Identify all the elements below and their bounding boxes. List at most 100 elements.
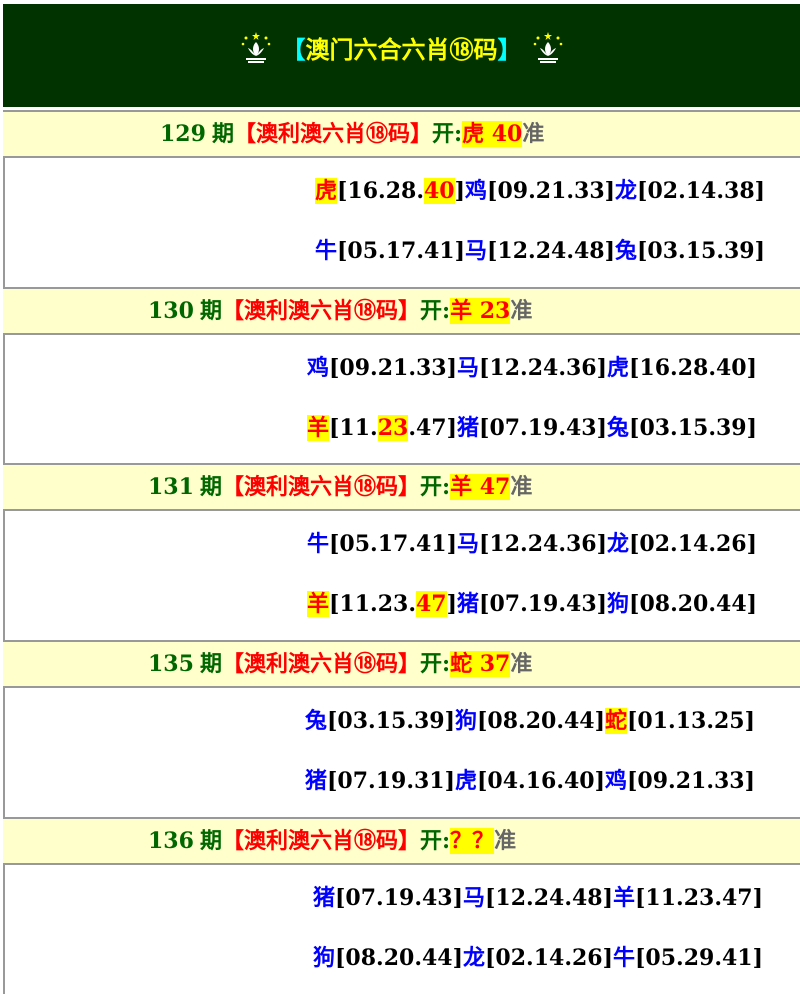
prediction-line: 羊[11.23.47]猪[07.19.43]兔[03.15.39]: [307, 413, 757, 443]
zodiac-name: 羊: [307, 415, 330, 441]
accurate-label: 准: [510, 474, 533, 500]
prediction-line: 猪[07.19.31]虎[04.16.40]鸡[09.21.33]: [305, 766, 755, 796]
accurate-label: 准: [522, 121, 545, 147]
prediction-line: 牛[05.17.41]马[12.24.36]龙[02.14.26]: [307, 529, 757, 559]
result-badge: ？？: [450, 828, 495, 854]
macau-lotus-emblem-icon: [241, 31, 270, 63]
zodiac-name: 虎: [455, 768, 478, 794]
number-group: [07.19.43]: [335, 885, 463, 911]
result-badge: 蛇 37: [450, 651, 511, 677]
accurate-label: 准: [510, 651, 533, 677]
period-label: 期: [199, 651, 222, 677]
hit-number: 40: [423, 178, 455, 204]
zodiac-name: 狗: [607, 591, 630, 617]
open-label: 开:: [419, 298, 451, 324]
number-group: [12.24.36]: [479, 355, 607, 381]
number-group: [12.24.48]: [485, 885, 613, 911]
prediction-line: 虎[16.28.40]鸡[09.21.33]龙[02.14.38]: [315, 176, 765, 206]
number-group: [08.20.44]: [629, 591, 758, 617]
period-title: 【澳利澳六肖⑱码】: [221, 651, 420, 677]
period-header-text: 135 期【澳利澳六肖⑱码】开:蛇 37准: [148, 642, 532, 686]
period-header-text: 129 期【澳利澳六肖⑱码】开:虎 40准: [160, 112, 544, 156]
zodiac-name: 虎: [607, 355, 630, 381]
zodiac-name: 龙: [607, 531, 630, 557]
result-badge: 羊 47: [450, 474, 511, 500]
number-group: [03.15.39]: [327, 708, 455, 734]
zodiac-name: 猪: [305, 768, 328, 794]
page-title: 【澳门六合六肖⑱码】: [281, 36, 522, 64]
period-title: 【澳利澳六肖⑱码】: [221, 828, 420, 854]
number-group: [11.23.: [329, 591, 416, 617]
prediction-line: 狗[08.20.44]龙[02.14.26]牛[05.29.41]: [313, 943, 763, 973]
number-group: [08.20.44]: [477, 708, 605, 734]
zodiac-name: 兔: [305, 708, 328, 734]
zodiac-name: 牛: [307, 531, 330, 557]
period-label: 期: [199, 298, 222, 324]
number-group: [04.16.40]: [477, 768, 605, 794]
period-header: 131 期【澳利澳六肖⑱码】开:羊 47准: [3, 463, 800, 511]
number-group: [07.19.43]: [479, 415, 608, 441]
open-label: 开:: [431, 121, 463, 147]
prediction-line: 牛[05.17.41]马[12.24.48]兔[03.15.39]: [315, 236, 765, 266]
number-group: [05.29.41]: [635, 945, 763, 971]
macau-lotus-emblem-icon: [533, 31, 562, 63]
title-group: 【澳门六合六肖⑱码】: [238, 30, 566, 66]
zodiac-name: 鸡: [605, 768, 628, 794]
period-number: 129: [160, 121, 206, 147]
number-group: [02.14.26]: [485, 945, 613, 971]
number-group: [12.24.48]: [487, 238, 615, 264]
zodiac-name: 狗: [455, 708, 478, 734]
number-group-end: ]: [454, 178, 466, 204]
zodiac-name: 猪: [457, 415, 480, 441]
period-title: 【澳利澳六肖⑱码】: [233, 121, 432, 147]
number-group-end: .47]: [408, 415, 458, 441]
number-group: [03.15.39]: [629, 415, 758, 441]
number-group: [02.14.38]: [637, 178, 766, 204]
zodiac-name: 马: [465, 238, 488, 264]
hit-number: 47: [415, 591, 447, 617]
result-badge: 虎 40: [462, 121, 523, 147]
zodiac-name: 兔: [607, 415, 630, 441]
number-group: [11.23.47]: [635, 885, 763, 911]
zodiac-name: 鸡: [307, 355, 330, 381]
accurate-label: 准: [494, 828, 517, 854]
zodiac-name: 猪: [313, 885, 336, 911]
number-group: [03.15.39]: [637, 238, 765, 264]
prediction-line: 猪[07.19.43]马[12.24.48]羊[11.23.47]: [313, 883, 763, 913]
zodiac-name: 鸡: [465, 178, 488, 204]
period-header-text: 131 期【澳利澳六肖⑱码】开:羊 47准: [148, 465, 532, 509]
period-label: 期: [199, 828, 222, 854]
number-group: [12.24.36]: [479, 531, 607, 557]
period-title: 【澳利澳六肖⑱码】: [221, 474, 420, 500]
accurate-label: 准: [510, 298, 533, 324]
period-number: 130: [148, 298, 194, 324]
period-header: 130 期【澳利澳六肖⑱码】开:羊 23准: [3, 287, 800, 335]
zodiac-name: 羊: [613, 885, 636, 911]
number-group: [09.21.33]: [329, 355, 457, 381]
period-title: 【澳利澳六肖⑱码】: [221, 298, 420, 324]
period-header: 129 期【澳利澳六肖⑱码】开:虎 40准: [3, 110, 800, 158]
number-group: [02.14.26]: [629, 531, 757, 557]
zodiac-name: 虎: [315, 178, 338, 204]
number-group: [05.17.41]: [329, 531, 457, 557]
zodiac-name: 蛇: [605, 708, 628, 734]
zodiac-name: 马: [457, 531, 480, 557]
header-banner: 【澳门六合六肖⑱码】: [3, 4, 800, 109]
prediction-line: 鸡[09.21.33]马[12.24.36]虎[16.28.40]: [307, 353, 757, 383]
zodiac-name: 牛: [315, 238, 338, 264]
number-group: [11.: [329, 415, 378, 441]
zodiac-name: 龙: [463, 945, 486, 971]
number-group: [09.21.33]: [487, 178, 616, 204]
number-group: [16.28.40]: [629, 355, 757, 381]
number-group: [01.13.25]: [627, 708, 755, 734]
zodiac-name: 羊: [307, 591, 330, 617]
zodiac-name: 马: [463, 885, 486, 911]
period-header: 136 期【澳利澳六肖⑱码】开:？？准: [3, 817, 800, 865]
number-group: [07.19.43]: [479, 591, 608, 617]
number-group: [07.19.31]: [327, 768, 455, 794]
period-label: 期: [199, 474, 222, 500]
zodiac-name: 猪: [457, 591, 480, 617]
open-label: 开:: [419, 651, 451, 677]
period-header-text: 136 期【澳利澳六肖⑱码】开:？？准: [148, 819, 516, 863]
zodiac-name: 牛: [613, 945, 636, 971]
